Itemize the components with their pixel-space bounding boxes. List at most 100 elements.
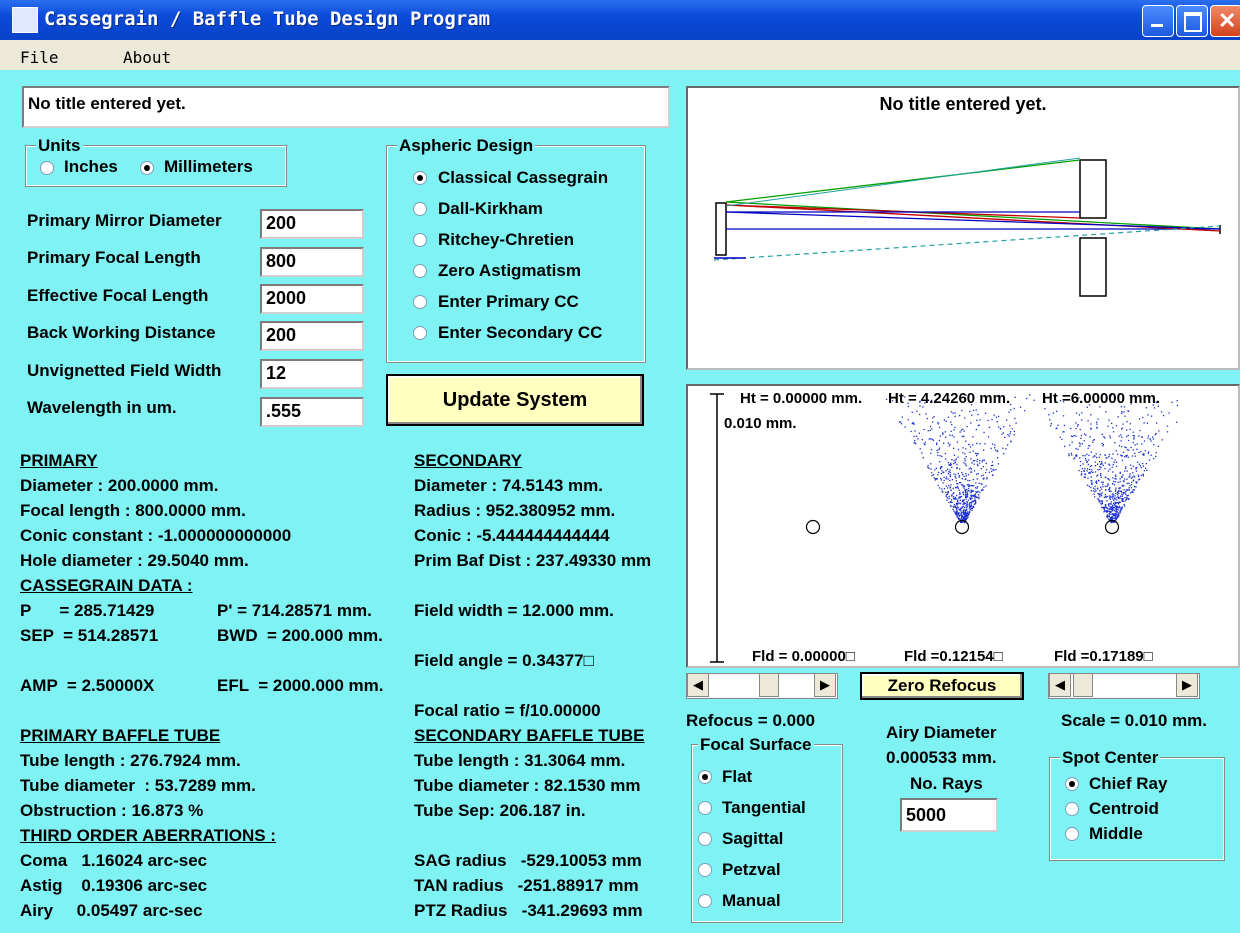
flat-radio[interactable] bbox=[698, 770, 712, 784]
field-label-2: Fld =0.12154□ bbox=[904, 648, 1003, 665]
back-working-input[interactable]: 200 bbox=[260, 321, 364, 351]
refocus-scrollbar[interactable]: ◀ ▶ bbox=[686, 673, 838, 699]
dall-kirkham-radio[interactable] bbox=[413, 202, 427, 216]
spot-point bbox=[929, 429, 931, 432]
spot-point bbox=[1124, 446, 1126, 448]
spot-point bbox=[1109, 506, 1111, 508]
spot-point bbox=[965, 517, 967, 519]
spot-point bbox=[1129, 464, 1132, 466]
spot-point bbox=[1108, 490, 1111, 492]
middle-radio[interactable] bbox=[1065, 827, 1079, 841]
spot-point bbox=[913, 423, 915, 425]
classical-cassegrain-radio[interactable] bbox=[413, 171, 427, 185]
spot-point bbox=[931, 428, 933, 430]
spot-point bbox=[1088, 454, 1090, 457]
spot-point bbox=[959, 493, 961, 495]
spot-point bbox=[1127, 456, 1129, 458]
secondary-baffle-diameter: Tube diameter : 82.1530 mm bbox=[414, 776, 641, 795]
spot-point bbox=[1121, 436, 1123, 438]
height-label-2: Ht = 4.24260 mm. bbox=[888, 390, 1011, 407]
spot-point bbox=[1118, 492, 1120, 494]
close-button[interactable]: ✕ bbox=[1210, 5, 1240, 37]
spot-point bbox=[960, 516, 963, 518]
inches-radio[interactable] bbox=[40, 161, 54, 175]
update-system-button[interactable]: Update System bbox=[386, 374, 644, 426]
wavelength-input[interactable]: .555 bbox=[260, 397, 364, 427]
spot-point bbox=[956, 485, 959, 488]
spot-point bbox=[1093, 439, 1095, 441]
spot-point bbox=[953, 447, 955, 449]
spot-point bbox=[1112, 513, 1114, 515]
chief-ray-radio[interactable] bbox=[1065, 777, 1079, 791]
scroll-right-arrow-icon[interactable]: ▶ bbox=[814, 673, 836, 697]
field-width-input[interactable]: 12 bbox=[260, 359, 364, 389]
spot-point bbox=[1076, 455, 1078, 457]
spot-point bbox=[965, 513, 967, 515]
spot-point bbox=[937, 451, 939, 454]
spot-point bbox=[971, 509, 973, 511]
spot-point bbox=[1085, 434, 1087, 436]
petzval-radio[interactable] bbox=[698, 863, 712, 877]
scroll-left-arrow-icon[interactable]: ◀ bbox=[687, 673, 709, 697]
spot-point bbox=[1114, 474, 1117, 476]
spot-point bbox=[997, 463, 1000, 465]
title-input[interactable]: No title entered yet. bbox=[22, 86, 670, 128]
spot-point bbox=[961, 472, 963, 474]
zero-astigmatism-radio[interactable] bbox=[413, 264, 427, 278]
spot-point bbox=[956, 467, 958, 469]
aspheric-option: Dall-Kirkham bbox=[438, 199, 543, 218]
spot-point bbox=[959, 415, 961, 417]
spot-point bbox=[1122, 423, 1124, 425]
spot-point bbox=[943, 471, 945, 473]
effective-focal-input[interactable]: 2000 bbox=[260, 284, 364, 314]
spot-point bbox=[1108, 503, 1110, 505]
maximize-button[interactable] bbox=[1176, 5, 1208, 37]
spot-point bbox=[950, 464, 952, 466]
scrollbar-thumb[interactable] bbox=[759, 673, 779, 697]
spot-point bbox=[1081, 468, 1084, 470]
scale-scrollbar[interactable]: ◀ ▶ bbox=[1048, 673, 1200, 699]
spot-point bbox=[991, 418, 993, 421]
zero-refocus-button[interactable]: Zero Refocus bbox=[860, 672, 1024, 700]
sagittal-radio[interactable] bbox=[698, 832, 712, 846]
spot-point bbox=[922, 457, 924, 459]
ritchey-chretien-radio[interactable] bbox=[413, 233, 427, 247]
cass-efl: EFL = 2000.000 mm. bbox=[217, 676, 384, 695]
spot-point bbox=[1108, 513, 1111, 515]
spot-point bbox=[1105, 495, 1107, 498]
spot-point bbox=[1091, 483, 1093, 485]
minimize-button[interactable] bbox=[1142, 5, 1174, 37]
scrollbar-thumb[interactable] bbox=[1073, 673, 1093, 697]
spot-point bbox=[1057, 424, 1059, 426]
menu-file[interactable]: File bbox=[20, 48, 59, 67]
spot-point bbox=[1105, 489, 1107, 491]
spot-point bbox=[965, 465, 967, 467]
spot-point bbox=[1081, 443, 1083, 445]
tangential-radio[interactable] bbox=[698, 801, 712, 815]
no-rays-input[interactable]: 5000 bbox=[900, 798, 998, 832]
spot-point bbox=[963, 430, 965, 432]
spot-point bbox=[1007, 434, 1009, 436]
spot-point bbox=[921, 439, 923, 441]
centroid-radio[interactable] bbox=[1065, 802, 1079, 816]
millimeters-radio[interactable] bbox=[140, 161, 154, 175]
primary-diameter-input[interactable]: 200 bbox=[260, 209, 364, 239]
spot-point bbox=[937, 423, 940, 425]
scroll-left-arrow-icon[interactable]: ◀ bbox=[1049, 673, 1071, 697]
enter-primary-cc-radio[interactable] bbox=[413, 295, 427, 309]
app-icon[interactable] bbox=[12, 7, 38, 33]
spot-point bbox=[911, 423, 913, 425]
enter-secondary-cc-radio[interactable] bbox=[413, 326, 427, 340]
spot-point bbox=[919, 413, 921, 416]
manual-radio[interactable] bbox=[698, 894, 712, 908]
spot-point bbox=[957, 487, 959, 489]
spot-point bbox=[1107, 508, 1109, 510]
spot-point bbox=[964, 463, 967, 465]
primary-focal-input[interactable]: 800 bbox=[260, 247, 364, 277]
spot-point bbox=[1121, 476, 1123, 478]
scroll-right-arrow-icon[interactable]: ▶ bbox=[1176, 673, 1198, 697]
spot-point bbox=[1120, 454, 1122, 456]
spot-point bbox=[959, 468, 961, 470]
spot-point bbox=[1094, 496, 1096, 498]
menu-about[interactable]: About bbox=[123, 48, 171, 67]
